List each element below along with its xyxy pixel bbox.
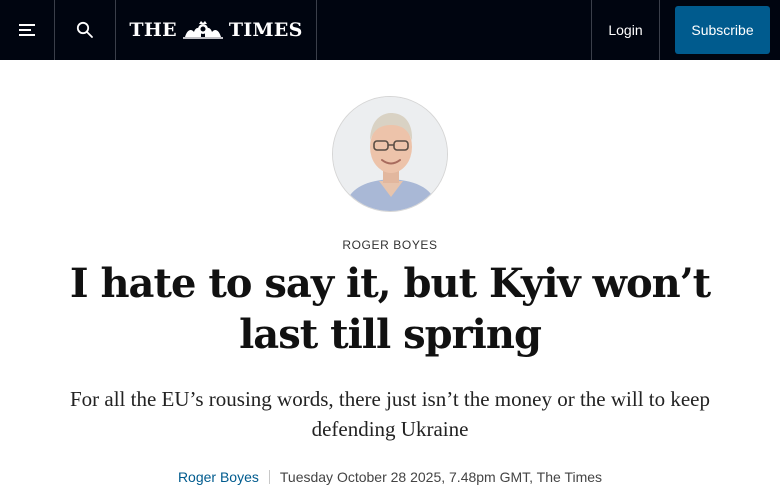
byline-divider [268,470,270,484]
author-avatar[interactable] [332,96,448,212]
subscribe-label: Subscribe [691,22,754,38]
search-icon [76,21,93,38]
menu-button[interactable] [0,0,55,60]
search-button[interactable] [55,0,116,60]
article-headline: I hate to say it, but Kyiv won’t last ti… [69,260,711,358]
hamburger-menu-icon [19,24,35,36]
login-label: Login [608,22,643,38]
royal-crest-icon [182,21,223,39]
subscribe-button[interactable]: Subscribe [675,6,770,54]
login-button[interactable]: Login [591,0,660,60]
author-portrait [333,97,447,211]
top-navigation-bar: THE TIMES Login Subscribe [0,0,780,60]
the-times-logo[interactable]: THE TIMES [116,0,317,60]
author-name-kicker[interactable]: ROGER BOYES [0,238,780,252]
article-standfirst: For all the EU’s rousing words, there ju… [69,387,711,441]
byline-author-link[interactable]: Roger Boyes [178,469,259,485]
logo-word-times: TIMES [228,19,303,41]
logo-word-the: THE [129,19,177,41]
byline-meta: Tuesday October 28 2025, 7.48pm GMT, The… [279,469,603,485]
article-byline: Roger Boyes Tuesday October 28 2025, 7.48… [0,469,780,485]
